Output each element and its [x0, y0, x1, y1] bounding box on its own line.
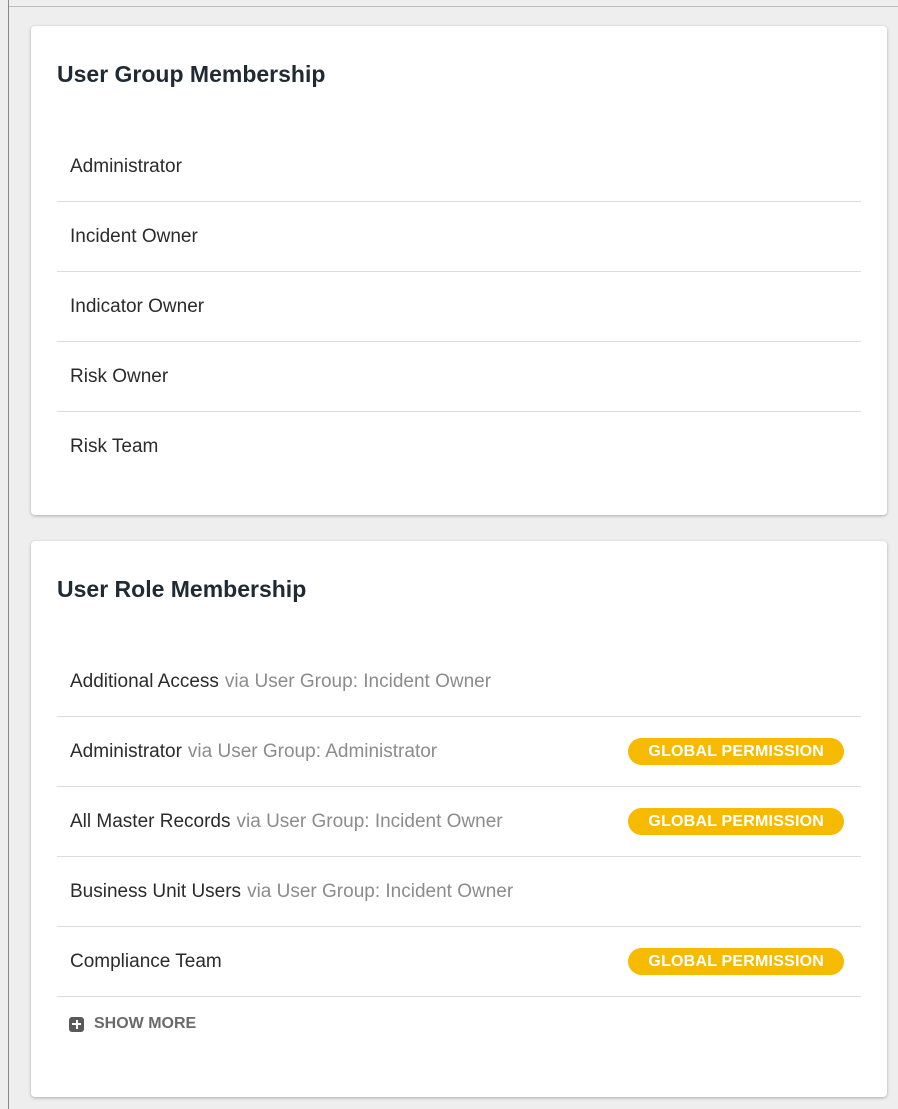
global-permission-badge: GLOBAL PERMISSION [628, 738, 844, 765]
user-group-item: Indicator Owner [57, 272, 861, 342]
show-more-label: SHOW MORE [94, 1015, 197, 1032]
user-role-name: Administrator [70, 740, 182, 762]
user-role-name: Compliance Team [70, 950, 222, 972]
global-permission-badge: GLOBAL PERMISSION [628, 808, 844, 835]
user-group-name: Risk Owner [70, 365, 169, 387]
user-role-text: Compliance Team [70, 951, 222, 973]
user-group-list: Administrator Incident Owner Indicator O… [57, 132, 861, 482]
user-role-item: All Master Records via User Group: Incide… [57, 787, 861, 857]
user-role-via: via User Group: Incident Owner [236, 810, 503, 832]
window-top-border [8, 6, 898, 7]
user-role-item: Administrator via User Group: Administrat… [57, 717, 861, 787]
user-role-item: Additional Access via User Group: Inciden… [57, 647, 861, 717]
user-role-text: All Master Records via User Group: Incide… [70, 811, 503, 833]
user-group-item: Risk Owner [57, 342, 861, 412]
user-role-item: Compliance Team GLOBAL PERMISSION [57, 927, 861, 997]
user-group-item: Incident Owner [57, 202, 861, 272]
user-role-via: via User Group: Incident Owner [247, 880, 514, 902]
user-role-name: Additional Access [70, 670, 219, 692]
user-group-membership-title: User Group Membership [57, 61, 326, 87]
global-permission-badge: GLOBAL PERMISSION [628, 948, 844, 975]
show-more-button[interactable]: SHOW MORE [69, 1015, 196, 1033]
user-role-name: Business Unit Users [70, 880, 242, 902]
user-role-membership-card: User Role Membership Additional Access vi… [31, 541, 887, 1097]
window-left-border [8, 0, 9, 1109]
user-role-item: Business Unit Users via User Group: Incid… [57, 857, 861, 927]
user-role-membership-title: User Role Membership [57, 576, 307, 602]
user-role-text: Administrator via User Group: Administrat… [70, 741, 437, 763]
user-role-list: Additional Access via User Group: Inciden… [57, 647, 861, 997]
user-group-name: Risk Team [70, 436, 159, 457]
plus-square-icon [69, 1016, 84, 1032]
user-role-text: Business Unit Users via User Group: Incid… [70, 881, 513, 903]
user-group-item: Administrator [57, 132, 861, 202]
user-group-name: Incident Owner [70, 225, 198, 247]
user-role-text: Additional Access via User Group: Inciden… [70, 671, 491, 693]
user-group-name: Administrator [70, 155, 182, 177]
user-role-via: via User Group: Incident Owner [224, 670, 492, 692]
user-role-via: via User Group: Administrator [187, 740, 438, 762]
user-group-name: Indicator Owner [70, 295, 205, 317]
user-role-name: All Master Records [70, 810, 231, 832]
user-group-item: Risk Team [57, 412, 861, 482]
user-group-membership-card: User Group Membership Administrator Inci… [31, 26, 887, 515]
